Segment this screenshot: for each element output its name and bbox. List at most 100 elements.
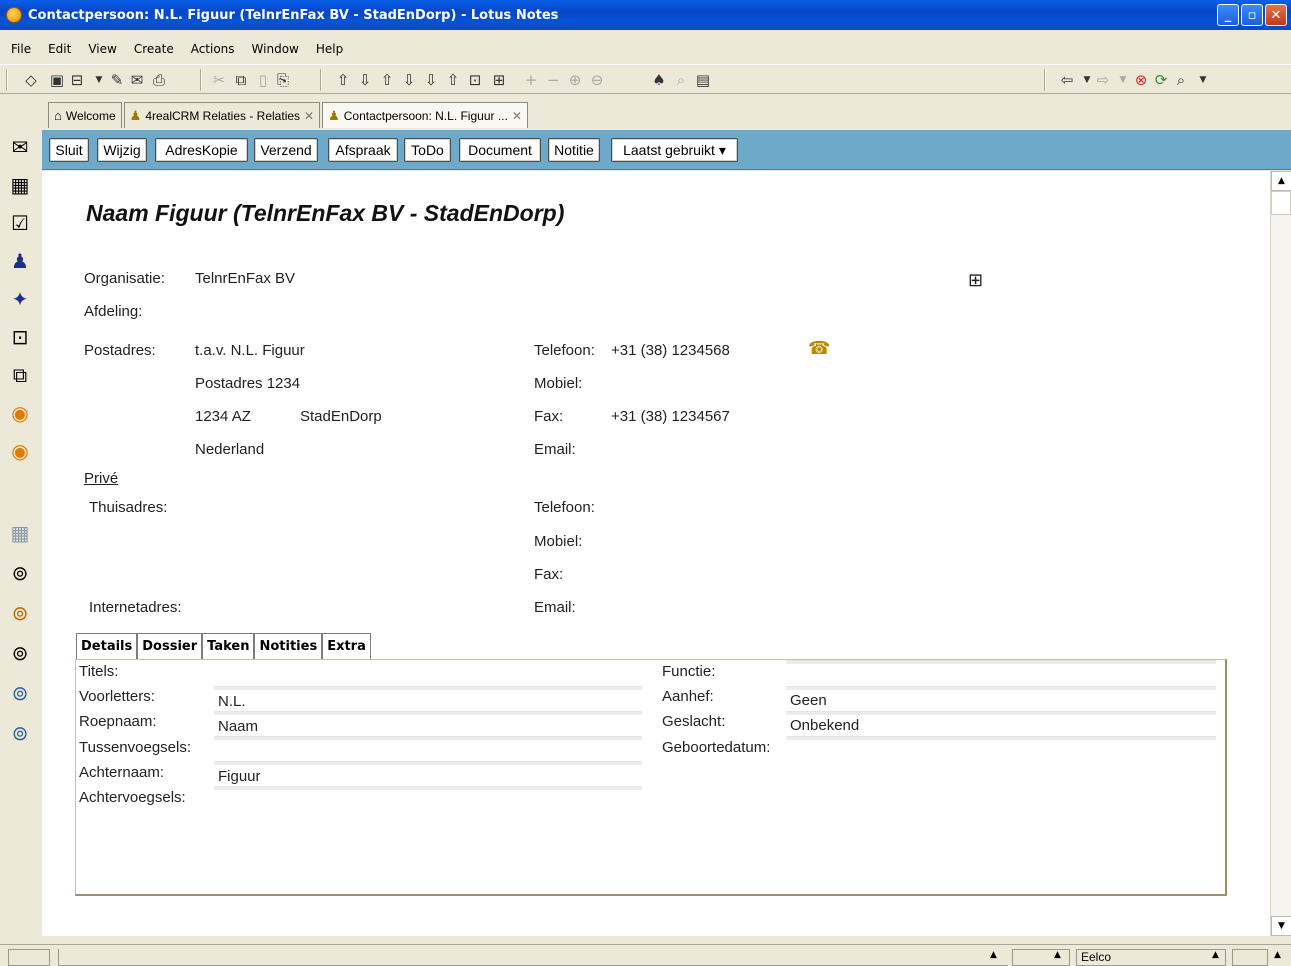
- menu-create[interactable]: Create: [123, 42, 180, 56]
- status-arrow-icon[interactable]: ▲: [1054, 950, 1061, 960]
- history-icon[interactable]: ◉: [7, 438, 33, 464]
- scroll-thumb[interactable]: [1271, 191, 1291, 215]
- up-unread-icon[interactable]: ⇧: [378, 71, 396, 89]
- mail-status-cell[interactable]: [1232, 949, 1268, 966]
- send-mail-icon[interactable]: ✉: [128, 71, 146, 89]
- menu-edit[interactable]: Edit: [37, 42, 77, 56]
- todo-button[interactable]: ToDo: [404, 138, 451, 162]
- edit-document-icon[interactable]: ✎: [108, 71, 126, 89]
- voorletters-value[interactable]: N.L.: [218, 693, 246, 710]
- search-web-icon[interactable]: ⌕: [1172, 71, 1190, 89]
- previous-marked-icon[interactable]: ⇧: [444, 71, 462, 89]
- show-hide-preview-icon[interactable]: ⊡: [466, 71, 484, 89]
- save-icon[interactable]: ▣: [48, 71, 66, 89]
- tab-contactpersoon[interactable]: ♟ Contactpersoon: N.L. Figuur ... ✕: [322, 102, 528, 128]
- sluit-button[interactable]: Sluit: [49, 138, 89, 162]
- phone-icon[interactable]: ☎: [808, 338, 830, 359]
- org-chart-icon[interactable]: ⊞: [968, 270, 983, 291]
- afspraak-button[interactable]: Afspraak: [328, 138, 398, 162]
- menu-window[interactable]: Window: [241, 42, 305, 56]
- aanhef-field[interactable]: [786, 711, 1216, 715]
- mail-status-arrow-icon[interactable]: ▲: [1274, 950, 1281, 960]
- adreskopie-button[interactable]: AdresKopie: [155, 138, 248, 162]
- document-button[interactable]: Document: [459, 138, 541, 162]
- copy-icon[interactable]: ⧉: [232, 71, 250, 89]
- verzend-button[interactable]: Verzend: [254, 138, 318, 162]
- wijzig-button[interactable]: Wijzig: [97, 138, 147, 162]
- tab-taken[interactable]: Taken: [202, 633, 255, 659]
- expand-icon[interactable]: +: [522, 71, 540, 89]
- minimize-button[interactable]: _: [1217, 4, 1239, 26]
- location-dropdown-icon[interactable]: ▲: [1212, 950, 1219, 960]
- prive-section-toggle[interactable]: Privé: [84, 470, 118, 487]
- location-selector[interactable]: Eelco: [1076, 949, 1226, 966]
- star-database-icon[interactable]: ⊚: [7, 600, 33, 626]
- refresh-icon[interactable]: ⟳: [1152, 71, 1170, 89]
- roepnaam-value[interactable]: Naam: [218, 718, 258, 735]
- menu-actions[interactable]: Actions: [180, 42, 241, 56]
- scroll-down-icon[interactable]: ▼: [1271, 916, 1291, 936]
- tab-extra[interactable]: Extra: [322, 633, 371, 659]
- search-icon[interactable]: ⌕: [672, 71, 690, 89]
- titels-field[interactable]: [214, 686, 642, 690]
- forward-dropdown-icon[interactable]: ▼: [1114, 71, 1132, 89]
- web-database-icon[interactable]: ⊚: [7, 720, 33, 746]
- close-window-button[interactable]: ✕: [1265, 4, 1287, 26]
- favorite-bookmarks-icon[interactable]: ⊡: [7, 324, 33, 350]
- menu-help[interactable]: Help: [305, 42, 349, 56]
- geslacht-field[interactable]: [786, 736, 1216, 740]
- notitie-button[interactable]: Notitie: [548, 138, 600, 162]
- team-database-icon[interactable]: ⊚: [7, 680, 33, 706]
- open-folder-icon[interactable]: ⊟: [68, 71, 86, 89]
- grid-icon[interactable]: ▦: [7, 520, 33, 546]
- forward-icon[interactable]: ⇨: [1094, 71, 1112, 89]
- find-icon[interactable]: ♠: [650, 71, 668, 89]
- database-bookmark-icon[interactable]: ⊚: [7, 560, 33, 586]
- collapse-icon[interactable]: −: [544, 71, 562, 89]
- contacts-icon[interactable]: ♟: [7, 248, 33, 274]
- calendar-icon[interactable]: ▦: [7, 172, 33, 198]
- geslacht-value[interactable]: Onbekend: [790, 717, 859, 734]
- status-signature-cell[interactable]: [1012, 949, 1070, 966]
- achternaam-value[interactable]: Figuur: [218, 768, 261, 785]
- achternaam-field[interactable]: [214, 786, 642, 790]
- mail-icon[interactable]: ✉: [7, 134, 33, 160]
- tab-dossier[interactable]: Dossier: [137, 633, 203, 659]
- scroll-up-icon[interactable]: ▲: [1271, 171, 1291, 191]
- tussenvoegsels-field[interactable]: [214, 761, 642, 765]
- close-tab-icon[interactable]: ✕: [304, 109, 314, 123]
- tab-details[interactable]: Details: [76, 633, 138, 659]
- replicator-icon[interactable]: ✦: [7, 286, 33, 312]
- database-bookmark-2-icon[interactable]: ⊚: [7, 640, 33, 666]
- down-unread-icon[interactable]: ⇩: [400, 71, 418, 89]
- expand-view-icon[interactable]: ⊞: [490, 71, 508, 89]
- next-marked-icon[interactable]: ⇩: [422, 71, 440, 89]
- restore-button[interactable]: ▫: [1241, 4, 1263, 26]
- laatst-gebruikt-dropdown[interactable]: Laatst gebruikt ▾: [611, 138, 738, 162]
- calculator-icon[interactable]: ▤: [694, 71, 712, 89]
- collapse-all-icon[interactable]: ⊖: [588, 71, 606, 89]
- back-icon[interactable]: ⇦: [1058, 71, 1076, 89]
- close-tab-icon[interactable]: ✕: [512, 109, 522, 123]
- menu-file[interactable]: File: [0, 42, 37, 56]
- roepnaam-field[interactable]: [214, 736, 642, 740]
- dropdown-arrow-icon[interactable]: ▼: [90, 71, 108, 89]
- cut-icon[interactable]: ✂: [210, 71, 228, 89]
- expand-all-icon[interactable]: ⊕: [566, 71, 584, 89]
- status-arrow-icon[interactable]: ▲: [990, 950, 997, 960]
- toolbar-home-icon[interactable]: ◇: [22, 71, 40, 89]
- search-dropdown-icon[interactable]: ▼: [1194, 71, 1212, 89]
- down-icon[interactable]: ⇩: [356, 71, 374, 89]
- stop-icon[interactable]: ⊗: [1132, 71, 1150, 89]
- print-icon[interactable]: ⎙: [150, 71, 168, 89]
- up-icon[interactable]: ⇧: [334, 71, 352, 89]
- aanhef-value[interactable]: Geen: [790, 692, 827, 709]
- lotus-notes-app-icon[interactable]: [6, 7, 22, 23]
- tab-welcome[interactable]: ⌂ Welcome: [48, 102, 122, 128]
- functie-field[interactable]: [786, 686, 1216, 690]
- vertical-scrollbar[interactable]: ▲ ▼: [1270, 171, 1291, 936]
- todo-icon[interactable]: ☑: [7, 210, 33, 236]
- menu-view[interactable]: View: [77, 42, 122, 56]
- tab-notities[interactable]: Notities: [254, 633, 323, 659]
- voorletters-field[interactable]: [214, 711, 642, 715]
